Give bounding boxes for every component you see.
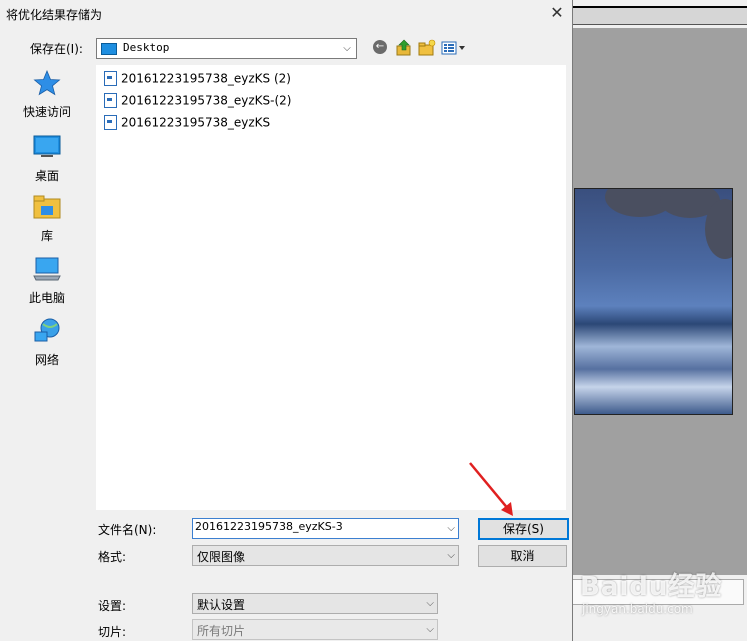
up-folder-icon: [396, 39, 411, 56]
filename-label: 文件名(N):: [98, 523, 157, 537]
format-dropdown[interactable]: 仅限图像 ⌵: [192, 545, 459, 566]
background-toolbar: [572, 0, 747, 28]
back-button[interactable]: ←: [372, 39, 390, 57]
place-library[interactable]: 库: [4, 194, 90, 244]
slices-dropdown: 所有切片 ⌵: [192, 619, 438, 640]
settings-label: 设置:: [98, 599, 127, 613]
desktop-icon: [33, 134, 61, 160]
chevron-down-icon: ⌵: [426, 624, 434, 635]
save-location-dropdown[interactable]: Desktop ⌵: [96, 38, 357, 59]
file-name: 20161223195738_eyzKS (2): [121, 71, 291, 86]
list-item[interactable]: 20161223195738_eyzKS (2): [104, 71, 291, 89]
cancel-button[interactable]: 取消: [478, 545, 567, 567]
place-label: 快速访问: [22, 105, 71, 119]
filename-combo[interactable]: ⌵: [192, 518, 459, 539]
back-arrow-icon: ←: [373, 40, 387, 54]
new-folder-icon: [418, 39, 436, 56]
close-button[interactable]: ✕: [544, 2, 570, 24]
slices-value: 所有切片: [197, 624, 246, 638]
up-folder-button[interactable]: [395, 39, 413, 57]
chevron-down-icon: ⌵: [426, 598, 434, 609]
place-quick-access[interactable]: 快速访问: [4, 69, 90, 120]
background-app-window: [572, 0, 747, 641]
save-dialog: 将优化结果存储为 ✕ 保存在(I): Desktop ⌵ ← 快速访问 桌面 库…: [0, 0, 573, 641]
dialog-title: 将优化结果存储为: [6, 8, 103, 22]
places-bar: 快速访问 桌面 库 此电脑 网络: [4, 64, 90, 584]
place-this-pc[interactable]: 此电脑: [4, 256, 90, 306]
annotation-arrow-icon: [469, 462, 513, 516]
place-label: 库: [40, 229, 53, 243]
place-label: 桌面: [34, 169, 59, 183]
list-item[interactable]: 20161223195738_eyzKS-(2): [104, 93, 291, 111]
library-folder-icon: [33, 194, 61, 220]
network-icon: [33, 318, 61, 344]
baidu-watermark: Baidu经验 jingyan.baidu.com: [580, 560, 740, 630]
view-menu-icon: [441, 41, 465, 55]
watermark-url-text: jingyan.baidu.com: [582, 602, 693, 616]
chevron-down-icon[interactable]: ⌵: [447, 520, 455, 537]
format-value: 仅限图像: [197, 550, 246, 564]
place-label: 网络: [34, 353, 59, 367]
place-label: 此电脑: [28, 291, 65, 305]
computer-icon: [33, 256, 61, 282]
file-name: 20161223195738_eyzKS-(2): [121, 93, 292, 108]
star-icon: [33, 69, 61, 96]
image-file-icon: [104, 93, 117, 108]
file-list[interactable]: 20161223195738_eyzKS (2) 20161223195738_…: [96, 65, 566, 510]
file-name: 20161223195738_eyzKS: [121, 115, 271, 130]
format-label: 格式:: [98, 550, 127, 564]
desktop-folder-icon: [101, 43, 117, 55]
watermark-main-text: Baidu经验: [580, 572, 723, 602]
save-location-value: Desktop: [123, 41, 170, 54]
place-network[interactable]: 网络: [4, 318, 90, 368]
save-in-label: 保存在(I):: [30, 42, 83, 56]
background-preview-image: [574, 188, 733, 415]
filename-input[interactable]: [195, 520, 435, 533]
place-desktop[interactable]: 桌面: [4, 134, 90, 184]
cloud-shape: [705, 199, 732, 259]
image-file-icon: [104, 115, 117, 130]
background-toolbar-bar: [572, 6, 747, 25]
settings-dropdown[interactable]: 默认设置 ⌵: [192, 593, 438, 614]
new-folder-button[interactable]: [418, 39, 436, 57]
list-item[interactable]: 20161223195738_eyzKS: [104, 115, 270, 133]
image-file-icon: [104, 71, 117, 86]
settings-value: 默认设置: [197, 598, 246, 612]
chevron-down-icon: ⌵: [343, 43, 351, 54]
view-menu-button[interactable]: [441, 39, 469, 57]
slices-label: 切片:: [98, 625, 127, 639]
chevron-down-icon: ⌵: [447, 550, 455, 561]
